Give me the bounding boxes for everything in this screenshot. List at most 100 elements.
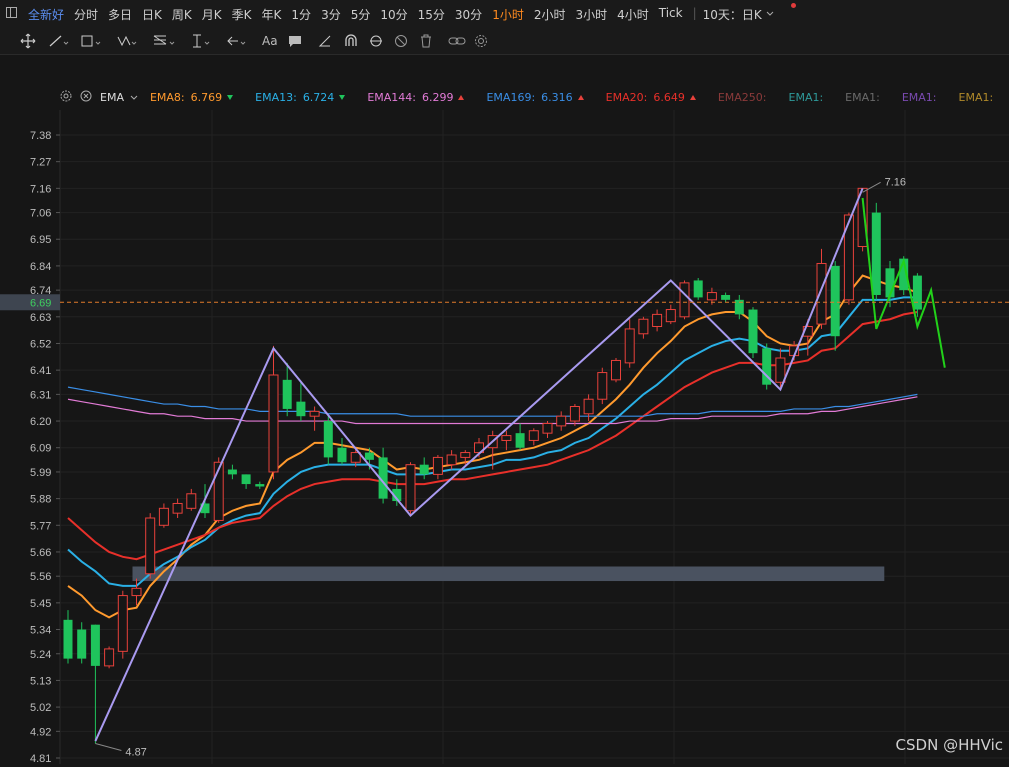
text-tool[interactable]: Aa (262, 31, 278, 51)
tab-16[interactable]: 3小时 (575, 6, 607, 23)
y-tick-label: 6.52 (30, 338, 51, 350)
notification-dot (791, 3, 796, 8)
trend-line-icon[interactable] (48, 31, 70, 51)
ema-item-0[interactable]: EMA8: 6.769 (150, 90, 234, 104)
candle-body (556, 415, 567, 427)
fibonacci-tool-icon[interactable] (152, 31, 176, 51)
panel-toggle-icon[interactable] (6, 7, 17, 18)
y-tick-label: 4.92 (30, 726, 51, 738)
ema-item-9[interactable]: EMA1: (959, 91, 994, 104)
ema-line-ema169 (67, 386, 918, 417)
delete-icon[interactable] (420, 31, 432, 51)
tab-6[interactable]: 季K (232, 6, 252, 23)
y-tick-label: 5.77 (30, 520, 51, 532)
comment-icon[interactable] (288, 31, 302, 51)
tab-17[interactable]: 4小时 (617, 6, 649, 23)
wave-tool-icon[interactable] (116, 31, 138, 51)
tab-19[interactable]: 10天：日K (703, 6, 762, 23)
hide-drawings-icon[interactable] (394, 31, 408, 51)
tab-4[interactable]: 周K (172, 6, 192, 23)
support-zone (132, 566, 885, 582)
high-label: 7.16 (885, 176, 906, 188)
tab-14[interactable]: 1小时 (492, 6, 524, 23)
candle-body (77, 629, 87, 659)
candle-body (364, 452, 374, 460)
crosshair-move-icon[interactable] (20, 31, 36, 51)
chevron-down-icon[interactable] (766, 6, 774, 23)
candle-body (912, 275, 922, 310)
y-tick-label: 5.02 (30, 702, 51, 714)
candle-body (652, 313, 663, 328)
ema-item-1[interactable]: EMA13: 6.724 (255, 91, 346, 104)
y-tick-label: 5.88 (30, 494, 51, 506)
candle-body (186, 493, 197, 509)
magnet-icon[interactable] (344, 31, 358, 51)
candle-body (241, 474, 251, 485)
tab-3[interactable]: 日K (142, 6, 162, 23)
chevron-down-icon[interactable] (130, 91, 138, 104)
ema-name: EMA250: (717, 90, 767, 104)
sync-draw-icon[interactable] (368, 31, 384, 51)
tab-9[interactable]: 3分 (321, 6, 341, 23)
candle-body (323, 421, 333, 458)
indicator-close-icon[interactable] (80, 90, 92, 105)
settings-icon[interactable] (474, 31, 488, 51)
candle-body (542, 422, 553, 434)
candlestick-chart[interactable]: 7.38 7.27 7.16 7.06 6.95 6.84 6.74 6.63 6.52 6.41… (0, 110, 1009, 765)
ema-name: EMA1: (845, 90, 880, 104)
candle-body (90, 624, 100, 666)
tab-15[interactable]: 2小时 (534, 6, 566, 23)
indicator-legend: EMA EMA8: 6.769 EMA13: 6.724 EMA144: 6.299 EMA… (60, 88, 1009, 106)
y-tick-label: 5.45 (30, 598, 51, 610)
vertical-line-icon[interactable] (190, 31, 212, 51)
tab-7[interactable]: 年K (262, 6, 282, 23)
indicator-settings-icon[interactable] (60, 90, 72, 105)
ema-item-7[interactable]: EMA1: (845, 91, 880, 104)
arrow-down-icon (339, 94, 346, 100)
ema-item-4[interactable]: EMA20: 6.649 (606, 91, 696, 104)
tab-1[interactable]: 分时 (74, 6, 98, 23)
tab-10[interactable]: 5分 (351, 6, 371, 23)
rectangle-tool-icon[interactable] (80, 31, 102, 51)
ema-item-8[interactable]: EMA1: (902, 91, 937, 104)
drawing-toolbar: Aa (0, 28, 1009, 55)
tab-12[interactable]: 15分 (418, 6, 445, 23)
period-toolbar: 全新好 分时 多日 日K 周K 月K 季K 年K 1分 3分 5分 10分 15分 30分 1小时 2小时 3小… (0, 0, 1009, 28)
candle-body (515, 433, 525, 448)
ema-values: EMA8: 6.769 EMA13: 6.724 EMA144: 6.299 EMA169:… (150, 91, 1009, 104)
arrow-down-icon (227, 94, 234, 100)
ema-item-5[interactable]: EMA250: (718, 91, 767, 104)
ema-item-3[interactable]: EMA169: 6.316 (486, 91, 584, 104)
link-icon[interactable] (448, 31, 466, 51)
candle-body (830, 265, 840, 337)
tab-11[interactable]: 10分 (380, 6, 407, 23)
tab-0[interactable]: 全新好 (28, 6, 64, 23)
candle-body (693, 280, 703, 298)
y-tick-label: 7.27 (30, 157, 51, 169)
ema-name: EMA1: (958, 90, 994, 104)
angle-tool-icon[interactable] (318, 31, 332, 51)
tab-2[interactable]: 多日 (108, 6, 132, 23)
tab-8[interactable]: 1分 (291, 6, 311, 23)
candle-body (665, 309, 676, 323)
tab-5[interactable]: 月K (202, 6, 222, 23)
arrow-up-icon (689, 94, 696, 100)
candle-body (419, 464, 429, 475)
indicator-name[interactable]: EMA (100, 91, 124, 104)
tab-18[interactable]: Tick (659, 6, 683, 23)
candle-body (405, 464, 416, 512)
ema-item-2[interactable]: EMA144: 6.299 (367, 91, 465, 104)
tab-13[interactable]: 30分 (455, 6, 482, 23)
y-tick-label: 6.84 (30, 261, 51, 273)
y-tick-label: 5.56 (30, 571, 51, 583)
chart-canvas[interactable]: 7.387.277.167.066.956.846.746.636.526.41… (0, 110, 1009, 765)
y-tick-label: 6.31 (30, 389, 51, 401)
ema-value: 6.649 (653, 90, 685, 104)
ema-item-6[interactable]: EMA1: (789, 91, 824, 104)
candle-body (816, 262, 827, 325)
candle-body (569, 406, 580, 422)
y-tick-label: 5.13 (30, 675, 51, 687)
candle-body (145, 517, 156, 575)
ema-value: 6.769 (190, 90, 223, 104)
arrow-tool-icon[interactable] (226, 31, 248, 51)
